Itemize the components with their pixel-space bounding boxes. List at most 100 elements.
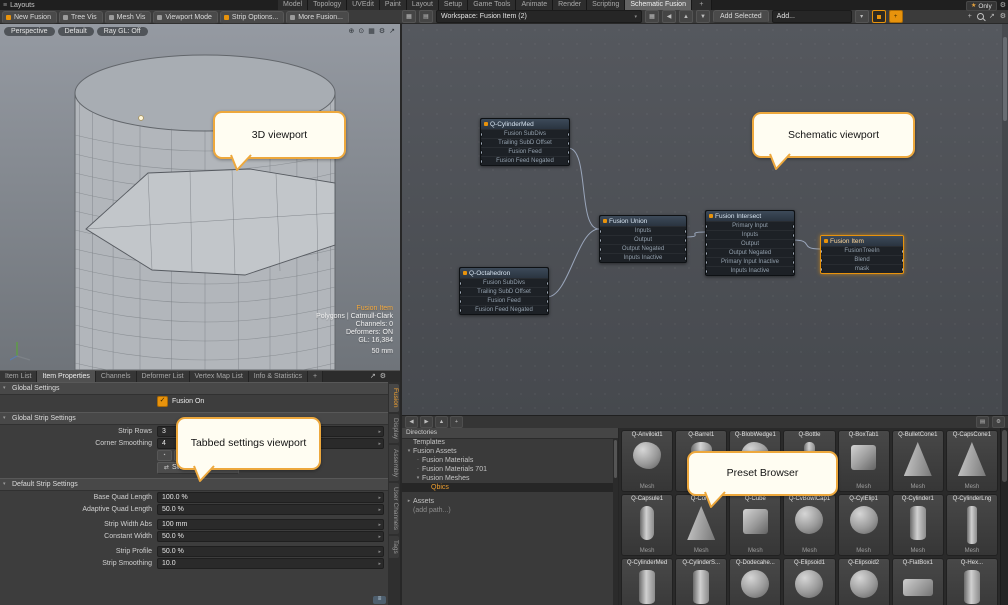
preset-q-bulletcone1[interactable]: Q-BulletCone1Mesh [892,430,944,492]
directory-qbics[interactable]: Qbics [402,483,613,492]
node-port-trailing-subd-offset[interactable]: Trailing SubD Offset [481,138,569,147]
menu-tab-render[interactable]: Render [553,0,587,10]
preset-q-capscone1[interactable]: Q-CapsCone1Mesh [946,430,998,492]
fusion-on-checkbox[interactable]: ✓ [157,396,168,407]
preset-q-cylindermed[interactable]: Q-CylinderMedMesh [621,558,673,605]
3d-viewport[interactable]: PerspectiveDefaultRay GL: Off ⊕ ⊙ ▦ ⚙ ↗ … [0,23,400,370]
preset-q-cylinderlng[interactable]: Q-CylinderLngMesh [946,494,998,556]
list-view-icon[interactable]: ▤ [976,416,989,428]
viewport-button-default[interactable]: Default [58,27,94,36]
menu-tab-layout[interactable]: Layout [407,0,439,10]
menu-tab-uvedit[interactable]: UVEdit [347,0,380,10]
node-port-inputs-inactive[interactable]: Inputs Inactive [706,266,794,275]
directory-add-path[interactable]: (add path...) [402,506,613,515]
preset-q-capsule1[interactable]: Q-Capsule1Mesh [621,494,673,556]
add-dropdown[interactable]: Add... [772,10,852,23]
fusion-outline-button[interactable] [872,10,886,23]
node-port-fusion-feed-negated[interactable]: Fusion Feed Negated [481,156,569,165]
panel-splitter[interactable] [400,23,402,605]
search-icon[interactable] [977,13,984,20]
node-port-output-negated[interactable]: Output Negated [706,248,794,257]
node-port-output-negated[interactable]: Output Negated [600,244,686,253]
expand-icon[interactable]: ↗ [370,372,376,381]
side-tab-user-channels[interactable]: User Channels [389,483,399,534]
plus-icon[interactable]: + [968,12,972,21]
expand-icon[interactable]: ↗ [389,27,395,36]
preset-q-boxtab1[interactable]: Q-BoxTab1Mesh [838,430,890,492]
only-button[interactable]: ★ Only [966,1,997,11]
settings-tab-info-statistics[interactable]: Info & Statistics [249,371,308,382]
settings-tab-item-list[interactable]: Item List [0,371,37,382]
gear-icon[interactable]: ⚙ [380,372,386,381]
width-mode-icon-button-1[interactable]: ▪ [157,450,172,461]
preset-q-flatbox1[interactable]: Q-FlatBox1Mesh [892,558,944,605]
schematic-mode-icon[interactable]: ▦ [402,10,416,23]
workspace-dropdown[interactable]: Workspace: Fusion Item (2) ▾ [436,10,642,23]
gear-icon[interactable]: ⚙ [379,27,385,36]
preset-q-anviloid1[interactable]: Q-Anviloid1Mesh [621,430,673,492]
menu-tab-scripting[interactable]: Scripting [587,0,625,10]
node-port-inputs-inactive[interactable]: Inputs Inactive [600,253,686,262]
menu-tab-topology[interactable]: Topology [308,0,347,10]
layouts-menu-icon[interactable]: ≡ [3,1,7,10]
directory-fusion-meshes[interactable]: ▾Fusion Meshes [402,474,613,483]
preset-grid-scrollbar[interactable] [1000,428,1008,605]
side-tab-display[interactable]: Display [389,414,399,443]
menu-tab-game-tools[interactable]: Game Tools [468,0,516,10]
menu-tab-setup[interactable]: Setup [439,0,468,10]
up-folder-icon[interactable]: ▲ [435,416,448,428]
menu-tab-new[interactable]: + [692,0,712,10]
field-strip-smoothing[interactable]: 10.0 [157,558,384,569]
palette-icon[interactable]: ▤ [419,10,433,23]
field-constant-width[interactable]: 50.0 % [157,531,384,542]
toolbar-button-strip-options[interactable]: Strip Options... [220,11,284,24]
workspace-grid-icon[interactable]: ▦ [645,10,659,23]
back-icon[interactable]: ◀ [662,10,676,23]
node-port-primary-input-inactive[interactable]: Primary Input Inactive [706,257,794,266]
toolbar-button-tree-vis[interactable]: Tree Vis [59,11,103,24]
side-tab-tags[interactable]: Tags [389,536,399,558]
toolbar-button-mesh-vis[interactable]: Mesh Vis [105,11,152,24]
gear-icon[interactable]: ⚙ [1000,2,1006,10]
expand-icon[interactable]: ↗ [989,12,995,21]
menu-tab-paint[interactable]: Paint [380,0,407,10]
directory-templates[interactable]: Templates [402,438,613,447]
node-port-inputs[interactable]: Inputs [600,226,686,235]
node-port-fusion-feed[interactable]: Fusion Feed [481,147,569,156]
node-port-fusion-subdivs[interactable]: Fusion SubDivs [481,129,569,138]
directory-fusion-materials-701[interactable]: -Fusion Materials 701 [402,465,613,474]
settings-tab-item-properties[interactable]: Item Properties [37,371,95,382]
node-port-blend[interactable]: Blend [821,255,903,264]
node-port-fusion-subdivs[interactable]: Fusion SubDivs [460,278,548,287]
field-strip-profile[interactable]: 50.0 % [157,546,384,557]
settings-tab-item[interactable]: + [308,371,323,382]
preset-q-hex[interactable]: Q-Hex...Mesh [946,558,998,605]
menu-tab-model[interactable]: Model [278,0,308,10]
directory-fusion-materials[interactable]: -Fusion Materials [402,456,613,465]
viewport-button-ray-gl-off[interactable]: Ray GL: Off [97,27,148,36]
schematic-node-q-octahedron[interactable]: Q-OctahedronFusion SubDivsTrailing SubD … [459,267,549,315]
node-port-fusion-feed-negated[interactable]: Fusion Feed Negated [460,305,548,314]
preset-q-elipsoid1[interactable]: Q-Elipsoid1Mesh [783,558,835,605]
node-port-fusiontreein[interactable]: FusionTreeIn [821,246,903,255]
field-adaptive-quad-length[interactable]: 50.0 % [157,504,384,515]
settings-tab-vertex-map-list[interactable]: Vertex Map List [190,371,249,382]
node-port-output[interactable]: Output [600,235,686,244]
scrollbar-thumb[interactable] [1003,37,1007,121]
preset-q-cylinders[interactable]: Q-CylinderS...Mesh [675,558,727,605]
viewport-button-perspective[interactable]: Perspective [4,27,55,36]
add-icon[interactable]: + [450,416,463,428]
toolbar-button-viewport-mode[interactable]: Viewport Mode [153,11,218,24]
options-icon[interactable]: ▦ [368,27,375,36]
directory-assets[interactable]: ▸Assets [402,497,613,506]
schematic-viewport[interactable]: Q-CylinderMedFusion SubDivsTrailing SubD… [402,23,1008,415]
back-icon[interactable]: ◀ [405,416,418,428]
layouts-label[interactable]: Layouts [10,2,35,9]
directory-fusion-assets[interactable]: ▾Fusion Assets [402,447,613,456]
directory-scrollbar[interactable] [613,438,618,605]
node-port-inputs[interactable]: Inputs [706,230,794,239]
scrollbar-thumb[interactable] [1002,430,1007,482]
node-port-primary-input[interactable]: Primary Input [706,221,794,230]
menu-tab-schematic-fusion[interactable]: Schematic Fusion [625,0,692,10]
node-port-mask[interactable]: mask [821,264,903,273]
